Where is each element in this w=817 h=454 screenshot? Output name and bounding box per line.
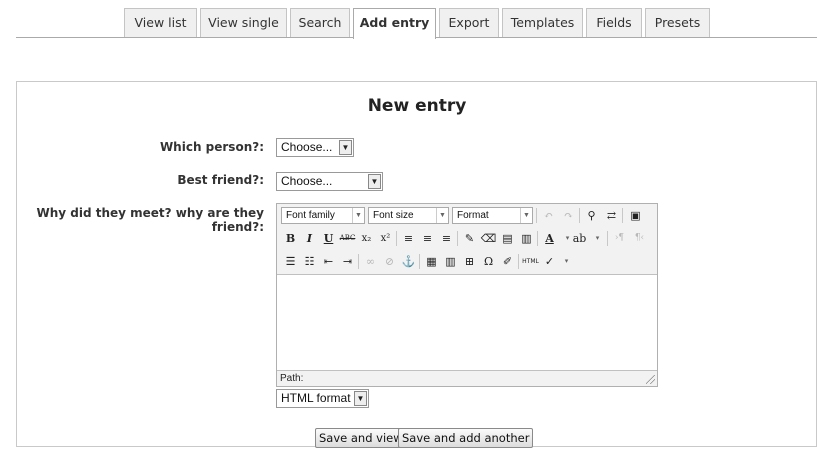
outdent-icon[interactable]: ⇤ (319, 253, 338, 270)
best-friend-label: Best friend?: (177, 173, 264, 187)
cleanup-icon[interactable]: ✎ (460, 230, 479, 247)
background-color-icon[interactable]: ab (570, 230, 589, 247)
best-friend-value: Choose... (281, 174, 333, 188)
redo-icon[interactable]: ↷ (559, 207, 578, 224)
which-person-select[interactable]: Choose... ▼ (276, 138, 354, 157)
editor-toolbar-row-1: Font family ▼ Font size ▼ Format ▼ ↶ ↷ ⚲ ⇄ … (279, 205, 655, 227)
editor-path-label: Path: (280, 373, 304, 384)
toolbar-separator (622, 208, 623, 223)
chevron-down-icon: ▼ (354, 391, 367, 406)
find-icon[interactable]: ⚲ (582, 207, 601, 224)
subscript-icon[interactable]: x₂ (357, 230, 376, 247)
undo-icon[interactable]: ↶ (539, 207, 558, 224)
italic-icon[interactable]: I (300, 230, 319, 247)
bold-icon[interactable]: B (281, 230, 300, 247)
chevron-down-icon[interactable]: ▾ (588, 230, 607, 247)
toolbar-separator (607, 231, 608, 246)
tab-bar: View list View single Search Add entry E… (0, 0, 817, 40)
table-icon[interactable]: ⊞ (460, 253, 479, 270)
special-character-icon[interactable]: Ω (479, 253, 498, 270)
font-family-value: Font family (286, 210, 335, 221)
best-friend-select[interactable]: Choose... ▼ (276, 172, 383, 191)
remove-format-icon[interactable]: ⌫ (479, 230, 498, 247)
save-and-add-another-button[interactable]: Save and add another (398, 428, 534, 448)
chevron-down-icon: ▼ (368, 174, 381, 189)
paste-word-icon[interactable]: ▥ (517, 230, 536, 247)
superscript-icon[interactable]: x² (376, 230, 395, 247)
bullet-list-icon[interactable]: ☰ (281, 253, 300, 270)
numbered-list-icon[interactable]: ☷ (300, 253, 319, 270)
font-size-value: Font size (373, 210, 414, 221)
which-person-label: Which person?: (159, 140, 264, 154)
tab-presets[interactable]: Presets (645, 8, 710, 37)
align-right-icon[interactable]: ≡ (437, 230, 456, 247)
text-format-select[interactable]: HTML format ▼ (276, 389, 369, 408)
resize-grip-icon[interactable] (646, 375, 655, 384)
chevron-down-icon: ▼ (352, 208, 364, 223)
chevron-down-icon: ▼ (436, 208, 448, 223)
editor-toolbar-row-2: B I U ABC x₂ x² ≡ ≡ ≡ ✎ ⌫ ▤ ▥ A ▾ ab ▾ ›… (279, 228, 655, 250)
toolbar-separator (579, 208, 580, 223)
underline-icon[interactable]: U (319, 230, 338, 247)
which-person-value: Choose... (281, 140, 333, 154)
font-size-select[interactable]: Font size ▼ (368, 207, 449, 224)
tab-add-entry[interactable]: Add entry (353, 8, 436, 39)
tab-templates[interactable]: Templates (502, 8, 583, 37)
rtl-icon[interactable]: ¶‹ (630, 230, 649, 247)
toolbar-separator (358, 254, 359, 269)
tab-view-list[interactable]: View list (124, 8, 197, 37)
ltr-icon[interactable]: ›¶ (610, 230, 629, 247)
format-select[interactable]: Format ▼ (452, 207, 533, 224)
strikethrough-icon[interactable]: ABC (338, 230, 357, 247)
entry-form: New entry Which person?: Choose... ▼ Bes… (16, 81, 817, 448)
paste-text-icon[interactable]: ▤ (498, 230, 517, 247)
align-left-icon[interactable]: ≡ (399, 230, 418, 247)
toolbar-separator (536, 208, 537, 223)
text-format-value: HTML format (281, 391, 351, 405)
tab-fields[interactable]: Fields (586, 8, 642, 37)
link-icon[interactable]: ∞ (361, 253, 380, 270)
tab-view-single[interactable]: View single (200, 8, 287, 37)
rich-text-editor: Font family ▼ Font size ▼ Format ▼ ↶ ↷ ⚲ ⇄ … (276, 203, 658, 387)
align-center-icon[interactable]: ≡ (418, 230, 437, 247)
media-icon[interactable]: ▥ (441, 253, 460, 270)
indent-icon[interactable]: ⇥ (338, 253, 357, 270)
editor-content-area[interactable] (277, 274, 657, 371)
tab-search[interactable]: Search (290, 8, 350, 37)
editor-toolbar-row-3: ☰ ☷ ⇤ ⇥ ∞ ⊘ ⚓ ▦ ▥ ⊞ Ω ✐ HTML ✓ ▾ (279, 251, 655, 273)
chevron-down-icon[interactable]: ▾ (557, 253, 576, 270)
chevron-down-icon: ▼ (520, 208, 532, 223)
tab-export[interactable]: Export (439, 8, 499, 37)
save-and-view-button[interactable]: Save and view (315, 428, 407, 448)
form-title: New entry (367, 96, 467, 116)
anchor-icon[interactable]: ⚓ (399, 253, 418, 270)
font-family-select[interactable]: Font family ▼ (281, 207, 365, 224)
why-met-label: Why did they meet? why are they friend?: (36, 206, 264, 234)
toolbar-separator (396, 231, 397, 246)
toolbar-separator (419, 254, 420, 269)
toolbar-separator (457, 231, 458, 246)
fullscreen-icon[interactable]: ▣ (626, 207, 645, 224)
image-icon[interactable]: ▦ (422, 253, 441, 270)
format-value: Format (457, 210, 489, 221)
toolbar-separator (518, 254, 519, 269)
edit-icon[interactable]: ✐ (498, 253, 517, 270)
replace-icon[interactable]: ⇄ (602, 207, 621, 224)
text-color-icon[interactable]: A (540, 230, 559, 247)
chevron-down-icon: ▼ (339, 140, 352, 155)
unlink-icon[interactable]: ⊘ (380, 253, 399, 270)
toolbar-separator (537, 231, 538, 246)
html-source-icon[interactable]: HTML (521, 253, 540, 270)
